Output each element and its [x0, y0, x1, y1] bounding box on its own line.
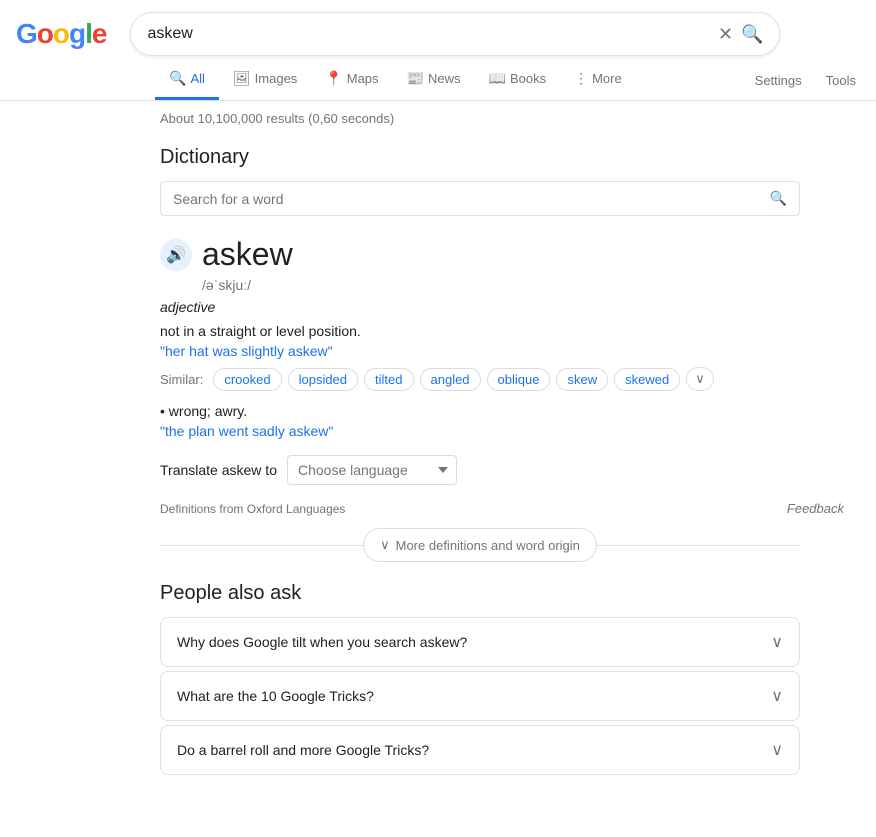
tab-books-label: Books	[510, 71, 546, 86]
paa-question-1: What are the 10 Google Tricks?	[177, 688, 374, 704]
news-icon: 📰	[407, 70, 424, 87]
translate-label: Translate askew to	[160, 462, 277, 478]
paa-chevron-0: ∨	[771, 632, 783, 652]
similar-label: Similar:	[160, 372, 203, 387]
definition-text-1: not in a straight or level position.	[160, 323, 844, 339]
all-icon: 🔍	[169, 70, 186, 87]
google-logo: Google	[16, 18, 106, 50]
divider-line-right	[597, 545, 800, 546]
search-bar-wrapper: ✕ 🔍	[130, 12, 780, 56]
audio-button[interactable]: 🔊	[160, 239, 192, 271]
speaker-icon: 🔊	[166, 245, 186, 265]
results-area: About 10,100,000 results (0,60 seconds) …	[0, 101, 860, 793]
similar-tag-3[interactable]: angled	[420, 368, 481, 391]
more-defs-divider: ∨ More definitions and word origin	[160, 528, 800, 562]
similar-tag-4[interactable]: oblique	[487, 368, 551, 391]
settings-link[interactable]: Settings	[751, 63, 806, 98]
similar-more-button[interactable]: ∨	[686, 367, 714, 391]
tab-all[interactable]: 🔍 All	[155, 60, 219, 100]
chevron-down-icon: ∨	[380, 537, 390, 553]
results-count: About 10,100,000 results (0,60 seconds)	[160, 111, 844, 126]
similar-tag-5[interactable]: skew	[556, 368, 608, 391]
dictionary-section: Dictionary 🔍 🔊 askew /əˈskjuː/ adjective…	[160, 146, 844, 775]
tab-maps-label: Maps	[347, 71, 379, 86]
oxford-attribution: Definitions from Oxford Languages	[160, 502, 345, 516]
translate-row: Translate askew to Choose language Frenc…	[160, 455, 844, 485]
dictionary-search-box: 🔍	[160, 181, 800, 216]
paa-question-2: Do a barrel roll and more Google Tricks?	[177, 742, 429, 758]
people-also-ask-title: People also ask	[160, 582, 844, 605]
logo-letter-o2: o	[53, 18, 69, 50]
logo-letter-g1: G	[16, 18, 37, 50]
similar-tag-2[interactable]: tilted	[364, 368, 413, 391]
tab-news-label: News	[428, 71, 461, 86]
definition-2: wrong; awry. "the plan went sadly askew"	[160, 403, 844, 439]
paa-chevron-2: ∨	[771, 740, 783, 760]
more-defs-label: More definitions and word origin	[396, 538, 580, 553]
similar-tag-1[interactable]: lopsided	[288, 368, 358, 391]
paa-item-1[interactable]: What are the 10 Google Tricks? ∨	[160, 671, 800, 721]
tab-images[interactable]: 🖼 Images	[219, 60, 311, 100]
definition-example-1: "her hat was slightly askew"	[160, 343, 844, 359]
tools-link[interactable]: Tools	[822, 63, 860, 98]
phonetic: /əˈskjuː/	[202, 277, 844, 293]
more-icon: ⋮	[574, 70, 588, 87]
definition-1: not in a straight or level position. "he…	[160, 323, 844, 359]
tab-more[interactable]: ⋮ More	[560, 60, 636, 100]
divider-line-left	[160, 545, 363, 546]
definition-text-2: wrong; awry.	[160, 403, 844, 419]
dictionary-search-input[interactable]	[173, 191, 770, 207]
similar-row: Similar: crooked lopsided tilted angled …	[160, 367, 844, 391]
paa-question-0: Why does Google tilt when you search ask…	[177, 634, 467, 650]
language-select[interactable]: Choose language French Spanish German It…	[287, 455, 457, 485]
people-also-ask-section: People also ask Why does Google tilt whe…	[160, 582, 844, 775]
more-definitions-button[interactable]: ∨ More definitions and word origin	[363, 528, 597, 562]
definition-example-2: "the plan went sadly askew"	[160, 423, 844, 439]
oxford-row: Definitions from Oxford Languages Feedba…	[160, 501, 844, 516]
search-icon[interactable]: 🔍	[741, 24, 763, 45]
maps-icon: 📍	[325, 70, 342, 87]
dictionary-search-icon: 🔍	[770, 190, 787, 207]
nav-right: Settings Tools	[751, 63, 860, 98]
tab-all-label: All	[190, 71, 204, 86]
similar-tag-0[interactable]: crooked	[213, 368, 281, 391]
tab-maps[interactable]: 📍 Maps	[311, 60, 392, 100]
search-bar: ✕ 🔍	[130, 12, 780, 56]
logo-letter-o1: o	[37, 18, 53, 50]
tab-books[interactable]: 📖 Books	[475, 60, 561, 100]
search-input[interactable]	[147, 25, 717, 43]
header: Google ✕ 🔍	[0, 0, 876, 56]
similar-tag-6[interactable]: skewed	[614, 368, 680, 391]
word-header: 🔊 askew	[160, 236, 844, 273]
feedback-link[interactable]: Feedback	[787, 501, 844, 516]
tab-images-label: Images	[255, 71, 298, 86]
paa-chevron-1: ∨	[771, 686, 783, 706]
logo-letter-l: l	[85, 18, 92, 50]
part-of-speech: adjective	[160, 299, 844, 315]
word-title: askew	[202, 236, 293, 273]
logo-letter-g2: g	[69, 18, 85, 50]
tab-more-label: More	[592, 71, 622, 86]
dictionary-title: Dictionary	[160, 146, 844, 169]
search-bar-icons: ✕ 🔍	[718, 24, 764, 45]
clear-icon[interactable]: ✕	[718, 24, 733, 45]
books-icon: 📖	[489, 70, 506, 87]
logo-letter-e: e	[92, 18, 107, 50]
tab-news[interactable]: 📰 News	[393, 60, 475, 100]
paa-item-0[interactable]: Why does Google tilt when you search ask…	[160, 617, 800, 667]
images-icon: 🖼	[233, 70, 251, 87]
nav-tabs: 🔍 All 🖼 Images 📍 Maps 📰 News 📖 Books ⋮ M…	[0, 56, 876, 101]
paa-item-2[interactable]: Do a barrel roll and more Google Tricks?…	[160, 725, 800, 775]
